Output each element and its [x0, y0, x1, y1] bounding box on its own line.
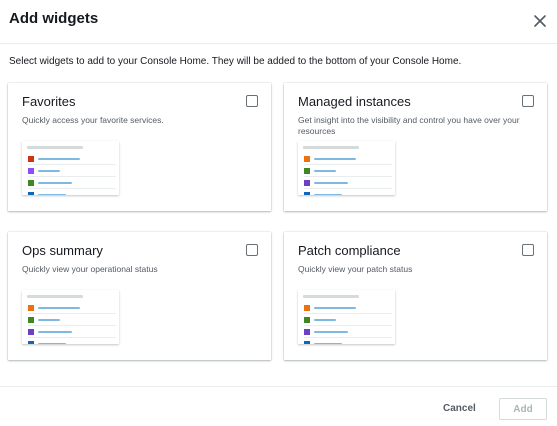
preview-row [28, 327, 116, 338]
widget-checkbox-managed-instances[interactable] [522, 95, 534, 107]
preview-row [28, 154, 116, 165]
preview-row [304, 166, 392, 177]
preview-header-bar [27, 146, 83, 149]
service-icon [28, 317, 34, 323]
preview-row [304, 154, 392, 165]
widget-preview-image [298, 290, 395, 344]
preview-row [28, 190, 116, 195]
preview-row [28, 315, 116, 326]
service-icon [28, 192, 34, 195]
preview-line [314, 319, 336, 321]
service-icon [304, 192, 310, 195]
preview-line [38, 331, 72, 333]
dialog-footer: Cancel Add [0, 386, 557, 426]
preview-header-bar [27, 295, 83, 298]
service-icon [304, 305, 310, 311]
preview-line [314, 182, 348, 184]
widget-checkbox-favorites[interactable] [246, 95, 258, 107]
preview-row [28, 303, 116, 314]
preview-line [314, 158, 356, 160]
preview-line [38, 182, 72, 184]
preview-line [38, 194, 66, 195]
service-icon [28, 329, 34, 335]
preview-line [314, 307, 356, 309]
preview-line [38, 158, 80, 160]
preview-row [304, 339, 392, 344]
service-icon [28, 305, 34, 311]
widget-description: Get insight into the visibility and cont… [298, 115, 520, 136]
dialog-subtitle: Select widgets to add to your Console Ho… [9, 56, 462, 67]
service-icon [304, 168, 310, 174]
preview-row [28, 178, 116, 189]
preview-line [314, 194, 342, 195]
preview-row [304, 303, 392, 314]
preview-line [314, 331, 348, 333]
widget-card-favorites[interactable]: Favorites Quickly access your favorite s… [8, 83, 271, 211]
service-icon [304, 180, 310, 186]
widget-title: Ops summary [22, 243, 103, 258]
preview-line [38, 170, 60, 172]
service-icon [304, 156, 310, 162]
service-icon [304, 341, 310, 344]
preview-row [304, 327, 392, 338]
widget-card-ops-summary[interactable]: Ops summary Quickly view your operationa… [8, 232, 271, 360]
widget-preview-image [298, 141, 395, 195]
service-icon [28, 168, 34, 174]
preview-row [28, 339, 116, 344]
dialog-title: Add widgets [9, 10, 99, 27]
preview-header-bar [303, 146, 359, 149]
widget-checkbox-ops-summary[interactable] [246, 244, 258, 256]
preview-line [38, 307, 80, 309]
service-icon [28, 341, 34, 344]
preview-row [304, 315, 392, 326]
widget-description: Quickly view your patch status [298, 264, 413, 274]
preview-header-bar [303, 295, 359, 298]
widget-card-managed-instances[interactable]: Managed instances Get insight into the v… [284, 83, 547, 211]
widget-card-patch-compliance[interactable]: Patch compliance Quickly view your patch… [284, 232, 547, 360]
preview-line [314, 170, 336, 172]
preview-line [38, 343, 66, 344]
add-widgets-dialog: Add widgets Select widgets to add to you… [0, 0, 557, 426]
widget-description: Quickly access your favorite services. [22, 115, 164, 125]
widget-title: Managed instances [298, 94, 411, 109]
preview-row [304, 190, 392, 195]
widget-checkbox-patch-compliance[interactable] [522, 244, 534, 256]
close-icon[interactable] [532, 13, 548, 29]
dialog-header: Add widgets [0, 0, 557, 44]
preview-row [304, 178, 392, 189]
widget-title: Favorites [22, 94, 76, 109]
preview-row [28, 166, 116, 177]
cancel-button[interactable]: Cancel [443, 403, 476, 414]
widget-title: Patch compliance [298, 243, 401, 258]
preview-line [38, 319, 60, 321]
service-icon [304, 317, 310, 323]
add-button[interactable]: Add [499, 398, 547, 420]
widget-preview-image [22, 141, 119, 195]
service-icon [28, 156, 34, 162]
service-icon [304, 329, 310, 335]
preview-line [314, 343, 342, 344]
widget-preview-image [22, 290, 119, 344]
service-icon [28, 180, 34, 186]
widget-description: Quickly view your operational status [22, 264, 158, 274]
